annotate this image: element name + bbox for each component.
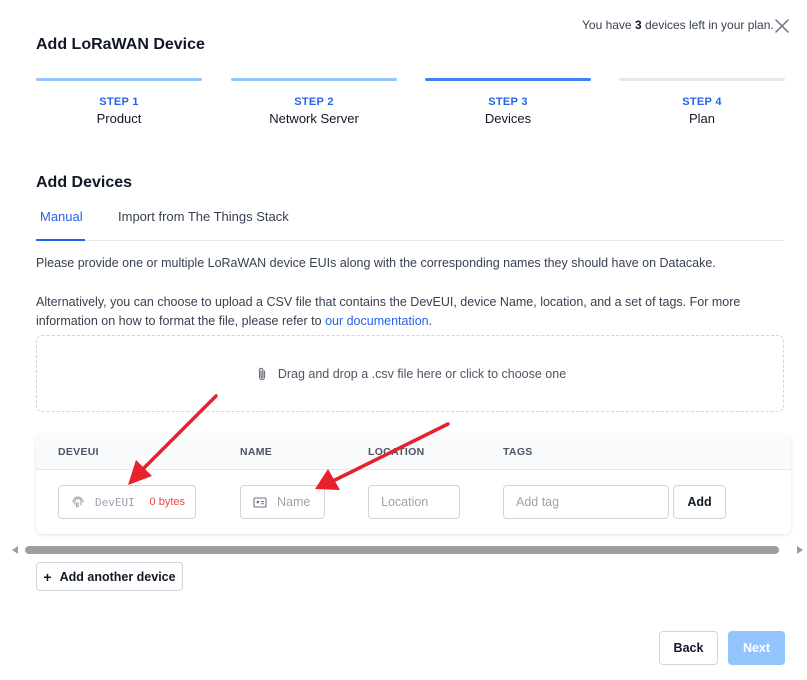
scrollbar-thumb[interactable] [25,546,779,554]
column-header-location: LOCATION [368,446,425,458]
step-name: Network Server [269,111,359,126]
csv-instructions: Alternatively, you can choose to upload … [36,293,784,331]
step-progress-bar [619,78,785,81]
active-tab-indicator [36,239,85,241]
name-placeholder: Name [277,495,311,509]
step-number: STEP 3 [488,96,528,108]
close-icon [775,19,789,33]
devices-left-count: 3 [634,18,642,32]
tab-manual[interactable]: Manual [40,209,83,224]
tab-import-things-stack[interactable]: Import from The Things Stack [118,209,289,224]
tag-input[interactable]: Add tag [503,485,669,519]
deveui-placeholder: DevEUI [95,495,135,509]
dropzone-text: Drag and drop a .csv file here or click … [277,366,567,381]
step-number: STEP 1 [99,96,139,108]
column-header-tags: TAGS [503,446,533,458]
step-number: STEP 2 [294,96,334,108]
close-button[interactable] [773,17,791,35]
tag-placeholder: Add tag [516,495,560,509]
step-progress-bar [425,78,591,81]
scroll-left-icon[interactable] [12,546,18,554]
fingerprint-icon [72,496,84,508]
section-title: Add Devices [36,174,133,191]
description-text: Please provide one or multiple LoRaWAN d… [36,256,716,270]
tab-bar: Manual Import from The Things Stack [36,200,784,241]
device-table: DEVEUI NAME LOCATION TAGS DevEUI 0 bytes… [36,434,791,534]
back-button[interactable]: Back [659,631,718,665]
next-button[interactable]: Next [728,631,785,665]
stepper: STEP 1 Product STEP 2 Network Server STE… [36,78,785,138]
byte-count: 0 bytes [149,496,185,508]
step-name: Product [96,111,142,126]
step-name: Plan [688,111,716,126]
table-header: DEVEUI NAME LOCATION TAGS [36,434,791,470]
csv-instructions-end: . [428,314,433,328]
plan-notice-prefix: You have [582,18,632,32]
add-another-device-label: Add another device [59,569,176,584]
step-devices: STEP 3 Devices [425,78,591,126]
column-header-name: NAME [240,446,273,458]
add-tag-button[interactable]: Add [673,485,726,519]
name-input[interactable]: Name [240,485,325,519]
scroll-right-icon[interactable] [797,546,803,554]
deveui-input[interactable]: DevEUI 0 bytes [58,485,196,519]
location-input[interactable]: Location [368,485,460,519]
plan-notice-suffix: devices left in your plan. [644,18,774,32]
column-header-deveui: DEVEUI [58,446,99,458]
documentation-link[interactable]: our documentation [325,314,429,328]
add-another-device-button[interactable]: + Add another device [36,562,183,591]
step-progress-bar [231,78,397,81]
step-name: Devices [484,111,532,126]
step-progress-bar [36,78,202,81]
csv-dropzone[interactable]: Drag and drop a .csv file here or click … [36,335,784,412]
paperclip-icon [258,367,265,380]
step-product: STEP 1 Product [36,78,202,126]
location-placeholder: Location [381,495,429,509]
step-number: STEP 4 [682,96,722,108]
step-plan: STEP 4 Plan [619,78,785,126]
step-network-server: STEP 2 Network Server [231,78,397,126]
id-card-icon [253,497,267,508]
plus-icon: + [43,568,52,585]
plan-notice: You have 3 devices left in your plan. [582,18,774,32]
horizontal-scrollbar[interactable] [12,544,803,556]
modal-title: Add LoRaWAN Device [36,36,205,53]
